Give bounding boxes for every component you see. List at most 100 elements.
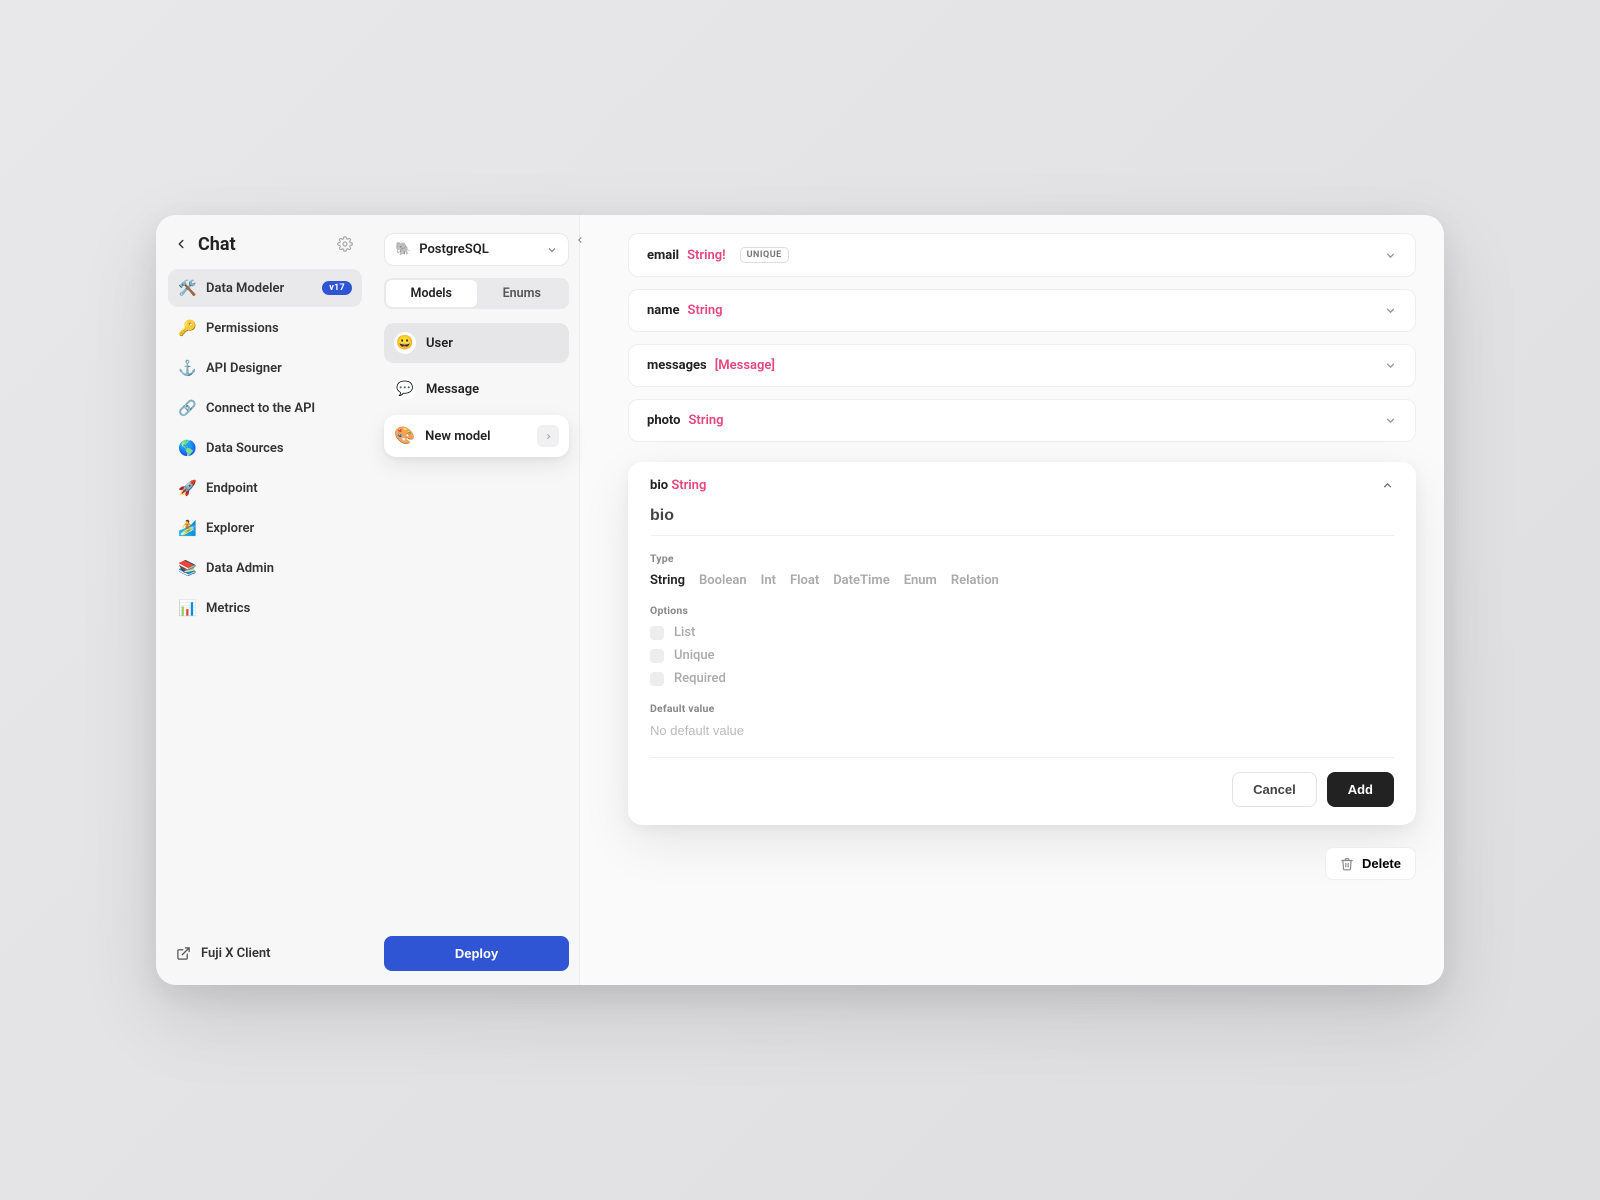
option-label: Required — [674, 671, 726, 686]
field-type: String! — [687, 248, 726, 263]
sidebar-item-data-admin[interactable]: 📚 Data Admin — [168, 549, 362, 587]
new-model-label: New model — [425, 429, 490, 444]
type-option-float[interactable]: Float — [790, 573, 819, 588]
option-label: Unique — [674, 648, 715, 663]
field-row-email[interactable]: emailString!UNIQUE — [628, 233, 1416, 277]
field-name-input[interactable] — [650, 501, 1394, 536]
database-icon: 🐘 — [395, 242, 411, 257]
type-option-int[interactable]: Int — [761, 573, 776, 588]
database-name: PostgreSQL — [419, 242, 489, 257]
field-name: photo — [647, 413, 681, 428]
database-selector[interactable]: 🐘 PostgreSQL — [384, 233, 569, 266]
nav-icon: 🚀 — [178, 479, 196, 497]
checkbox-icon — [650, 672, 664, 686]
model-list: 😀User 💬 Message — [384, 323, 569, 409]
field-row-name[interactable]: name String — [628, 289, 1416, 332]
model-label: User — [426, 336, 453, 351]
checkbox-icon — [650, 626, 664, 640]
sidebar-item-api-designer[interactable]: ⚓ API Designer — [168, 349, 362, 387]
chevron-down-icon — [1384, 249, 1397, 262]
type-selector: String Boolean Int Float DateTime Enum Relatio… — [650, 573, 1394, 588]
sidebar-item-permissions[interactable]: 🔑Permissions — [168, 309, 362, 347]
nav-label: Data Admin — [206, 561, 274, 576]
nav-icon: ⚓ — [178, 359, 196, 377]
collapse-field-button[interactable] — [1381, 479, 1394, 492]
sidebar-item-explorer[interactable]: 🏄Explorer — [168, 509, 362, 547]
option-unique[interactable]: Unique — [650, 648, 1394, 663]
tab-models[interactable]: Models — [386, 280, 477, 307]
collapse-panel-button[interactable] — [571, 231, 589, 249]
type-option-enum[interactable]: Enum — [904, 573, 937, 588]
tab-enums[interactable]: Enums — [477, 280, 568, 307]
chevron-down-icon — [546, 244, 558, 256]
default-section-label: Default value — [650, 702, 1394, 715]
nav-icon: 📊 — [178, 599, 196, 617]
nav-badge: v17 — [322, 281, 352, 295]
model-icon: 💬 — [394, 378, 416, 400]
field-name: name — [647, 303, 680, 318]
sidebar-footer-label: Fuji X Client — [201, 946, 271, 961]
type-option-datetime[interactable]: DateTime — [833, 573, 889, 588]
nav-icon: 📚 — [178, 559, 196, 577]
delete-label: Delete — [1362, 856, 1401, 871]
chevron-down-icon — [1384, 304, 1397, 317]
field-type: [Message] — [715, 358, 775, 373]
field-type: String — [688, 303, 723, 318]
options-section-label: Options — [650, 604, 1394, 617]
model-enum-tabs: ModelsEnums — [384, 278, 569, 309]
gear-icon — [337, 236, 353, 252]
nav-icon: 🌎 — [178, 439, 196, 457]
app-title: Chat — [198, 234, 236, 255]
settings-button[interactable] — [334, 233, 356, 255]
nav-icon: 🛠️ — [178, 279, 196, 297]
field-name: messages — [647, 358, 707, 373]
back-icon[interactable] — [174, 237, 188, 251]
checkbox-icon — [650, 649, 664, 663]
nav-label: Data Sources — [206, 441, 284, 456]
new-model-button[interactable]: 🎨 New model — [384, 415, 569, 457]
add-button[interactable]: Add — [1327, 772, 1394, 807]
type-option-string[interactable]: String — [650, 573, 685, 588]
option-required[interactable]: Required — [650, 671, 1394, 686]
sidebar-item-data-modeler[interactable]: 🛠️ Data Modeler v17 — [168, 269, 362, 307]
editing-field-name: bio — [650, 478, 668, 493]
model-item-user[interactable]: 😀User — [384, 323, 569, 363]
option-label: List — [674, 625, 695, 640]
nav-label: Permissions — [206, 321, 279, 336]
editing-field-type: String — [671, 478, 706, 493]
model-item-message[interactable]: 💬 Message — [384, 369, 569, 409]
default-value-input[interactable] — [650, 723, 1394, 738]
chevron-right-icon — [537, 425, 559, 447]
option-list[interactable]: List — [650, 625, 1394, 640]
field-name: email — [647, 248, 679, 263]
nav-label: API Designer — [206, 361, 282, 376]
delete-button[interactable]: Delete — [1325, 847, 1416, 880]
nav-label: Explorer — [206, 521, 254, 536]
sidebar-item-connect-to-the-api[interactable]: 🔗 Connect to the API — [168, 389, 362, 427]
nav-label: Metrics — [206, 601, 250, 616]
nav-icon: 🔗 — [178, 399, 196, 417]
chevron-up-icon — [1381, 479, 1394, 492]
field-editor-card: bio String Type String Boolean Int Float Dat… — [628, 462, 1416, 825]
sidebar-footer-link[interactable]: Fuji X Client — [168, 936, 362, 971]
type-section-label: Type — [650, 552, 1394, 565]
type-option-boolean[interactable]: Boolean — [699, 573, 747, 588]
chevron-left-icon — [575, 235, 585, 245]
palette-icon: 🎨 — [394, 426, 415, 446]
external-link-icon — [176, 946, 191, 961]
nav-label: Connect to the API — [206, 401, 315, 416]
chevron-down-icon — [1384, 414, 1397, 427]
type-option-relation[interactable]: Relation — [951, 573, 999, 588]
sidebar-item-endpoint[interactable]: 🚀 Endpoint — [168, 469, 362, 507]
cancel-button[interactable]: Cancel — [1232, 772, 1317, 807]
model-label: Message — [426, 382, 479, 397]
sidebar-item-data-sources[interactable]: 🌎 Data Sources — [168, 429, 362, 467]
field-type: String — [689, 413, 724, 428]
field-row-messages[interactable]: messages [Message] — [628, 344, 1416, 387]
nav-label: Data Modeler — [206, 281, 284, 296]
sidebar-item-metrics[interactable]: 📊 Metrics — [168, 589, 362, 627]
nav-label: Endpoint — [206, 481, 258, 496]
field-row-photo[interactable]: photo String — [628, 399, 1416, 442]
trash-icon — [1340, 857, 1354, 871]
deploy-button[interactable]: Deploy — [384, 936, 569, 971]
